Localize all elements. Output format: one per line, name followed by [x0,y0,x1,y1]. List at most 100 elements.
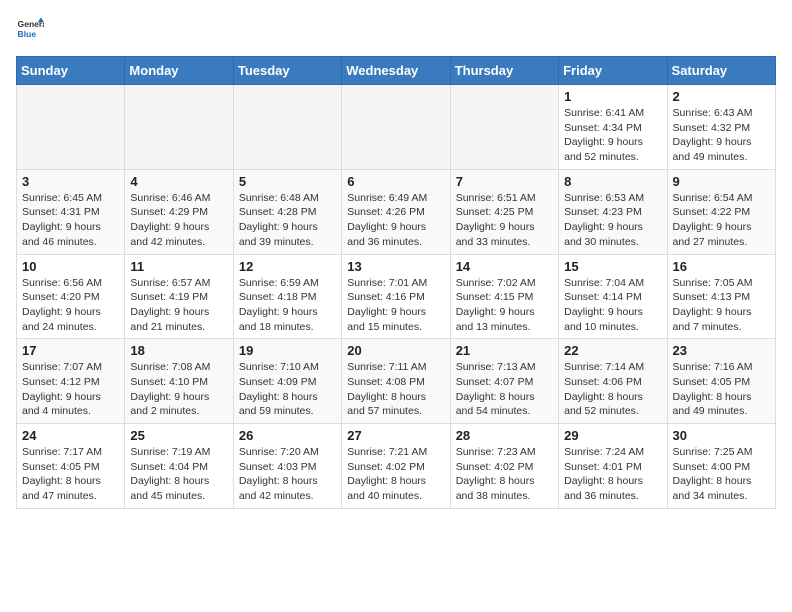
calendar-cell: 18 Sunrise: 7:08 AM Sunset: 4:10 PM Dayli… [125,339,233,424]
column-header-friday: Friday [559,57,667,85]
week-row-2: 3 Sunrise: 6:45 AM Sunset: 4:31 PM Daylig… [17,169,776,254]
calendar-cell: 2 Sunrise: 6:43 AM Sunset: 4:32 PM Daylig… [667,85,775,170]
calendar-cell: 14 Sunrise: 7:02 AM Sunset: 4:15 PM Dayli… [450,254,558,339]
day-number: 16 [673,259,770,274]
day-info: Sunrise: 6:46 AM Sunset: 4:29 PM Dayligh… [130,191,227,250]
calendar-cell: 30Sunrise: 7:25 AM Sunset: 4:00 PM Dayli… [667,424,775,509]
day-info: Sunrise: 7:24 AM Sunset: 4:01 PM Dayligh… [564,445,661,504]
calendar-cell: 15Sunrise: 7:04 AM Sunset: 4:14 PM Dayli… [559,254,667,339]
column-header-sunday: Sunday [17,57,125,85]
day-info: Sunrise: 6:43 AM Sunset: 4:32 PM Dayligh… [673,106,770,165]
calendar-cell: 27 Sunrise: 7:21 AM Sunset: 4:02 PM Dayli… [342,424,450,509]
calendar-cell: 7 Sunrise: 6:51 AM Sunset: 4:25 PM Daylig… [450,169,558,254]
day-info: Sunrise: 6:45 AM Sunset: 4:31 PM Dayligh… [22,191,119,250]
day-number: 19 [239,343,336,358]
day-number: 28 [456,428,553,443]
day-info: Sunrise: 6:54 AM Sunset: 4:22 PM Dayligh… [673,191,770,250]
day-number: 24 [22,428,119,443]
calendar-cell: 8 Sunrise: 6:53 AM Sunset: 4:23 PM Daylig… [559,169,667,254]
day-info: Sunrise: 6:59 AM Sunset: 4:18 PM Dayligh… [239,276,336,335]
column-header-wednesday: Wednesday [342,57,450,85]
calendar-cell: 17 Sunrise: 7:07 AM Sunset: 4:12 PM Dayli… [17,339,125,424]
calendar-cell: 19 Sunrise: 7:10 AM Sunset: 4:09 PM Dayli… [233,339,341,424]
calendar-cell [450,85,558,170]
day-number: 6 [347,174,444,189]
day-info: Sunrise: 7:05 AM Sunset: 4:13 PM Dayligh… [673,276,770,335]
day-number: 8 [564,174,661,189]
day-info: Sunrise: 7:17 AM Sunset: 4:05 PM Dayligh… [22,445,119,504]
week-row-1: 1Sunrise: 6:41 AM Sunset: 4:34 PM Daylig… [17,85,776,170]
calendar-cell: 26 Sunrise: 7:20 AM Sunset: 4:03 PM Dayli… [233,424,341,509]
calendar-cell: 29 Sunrise: 7:24 AM Sunset: 4:01 PM Dayli… [559,424,667,509]
day-info: Sunrise: 6:53 AM Sunset: 4:23 PM Dayligh… [564,191,661,250]
header-row: SundayMondayTuesdayWednesdayThursdayFrid… [17,57,776,85]
day-info: Sunrise: 7:11 AM Sunset: 4:08 PM Dayligh… [347,360,444,419]
day-number: 27 [347,428,444,443]
day-info: Sunrise: 7:20 AM Sunset: 4:03 PM Dayligh… [239,445,336,504]
day-info: Sunrise: 7:02 AM Sunset: 4:15 PM Dayligh… [456,276,553,335]
column-header-thursday: Thursday [450,57,558,85]
calendar-cell: 1Sunrise: 6:41 AM Sunset: 4:34 PM Daylig… [559,85,667,170]
day-number: 15 [564,259,661,274]
day-info: Sunrise: 7:21 AM Sunset: 4:02 PM Dayligh… [347,445,444,504]
calendar-cell: 24 Sunrise: 7:17 AM Sunset: 4:05 PM Dayli… [17,424,125,509]
day-number: 4 [130,174,227,189]
day-info: Sunrise: 7:16 AM Sunset: 4:05 PM Dayligh… [673,360,770,419]
calendar-cell: 28Sunrise: 7:23 AM Sunset: 4:02 PM Dayli… [450,424,558,509]
day-info: Sunrise: 7:14 AM Sunset: 4:06 PM Dayligh… [564,360,661,419]
calendar-cell: 20 Sunrise: 7:11 AM Sunset: 4:08 PM Dayli… [342,339,450,424]
calendar-cell [125,85,233,170]
calendar-cell [342,85,450,170]
day-number: 14 [456,259,553,274]
day-info: Sunrise: 6:57 AM Sunset: 4:19 PM Dayligh… [130,276,227,335]
calendar-cell: 16 Sunrise: 7:05 AM Sunset: 4:13 PM Dayli… [667,254,775,339]
logo: General Blue [16,16,44,44]
calendar-cell: 3 Sunrise: 6:45 AM Sunset: 4:31 PM Daylig… [17,169,125,254]
day-number: 13 [347,259,444,274]
calendar-cell: 12 Sunrise: 6:59 AM Sunset: 4:18 PM Dayli… [233,254,341,339]
day-number: 10 [22,259,119,274]
logo-icon: General Blue [16,16,44,44]
calendar-cell: 9Sunrise: 6:54 AM Sunset: 4:22 PM Daylig… [667,169,775,254]
week-row-3: 10 Sunrise: 6:56 AM Sunset: 4:20 PM Dayli… [17,254,776,339]
day-info: Sunrise: 6:51 AM Sunset: 4:25 PM Dayligh… [456,191,553,250]
calendar-cell: 10 Sunrise: 6:56 AM Sunset: 4:20 PM Dayli… [17,254,125,339]
calendar-cell [233,85,341,170]
calendar-cell: 22 Sunrise: 7:14 AM Sunset: 4:06 PM Dayli… [559,339,667,424]
day-number: 2 [673,89,770,104]
week-row-5: 24 Sunrise: 7:17 AM Sunset: 4:05 PM Dayli… [17,424,776,509]
day-number: 18 [130,343,227,358]
day-number: 25 [130,428,227,443]
day-number: 12 [239,259,336,274]
day-info: Sunrise: 6:41 AM Sunset: 4:34 PM Dayligh… [564,106,661,165]
calendar-cell: 23 Sunrise: 7:16 AM Sunset: 4:05 PM Dayli… [667,339,775,424]
day-number: 11 [130,259,227,274]
day-number: 20 [347,343,444,358]
calendar-cell: 5 Sunrise: 6:48 AM Sunset: 4:28 PM Daylig… [233,169,341,254]
calendar-cell [17,85,125,170]
day-number: 7 [456,174,553,189]
day-info: Sunrise: 7:10 AM Sunset: 4:09 PM Dayligh… [239,360,336,419]
day-number: 29 [564,428,661,443]
day-info: Sunrise: 6:49 AM Sunset: 4:26 PM Dayligh… [347,191,444,250]
day-number: 26 [239,428,336,443]
day-number: 5 [239,174,336,189]
column-header-tuesday: Tuesday [233,57,341,85]
day-number: 23 [673,343,770,358]
svg-text:Blue: Blue [18,29,37,39]
day-number: 17 [22,343,119,358]
column-header-saturday: Saturday [667,57,775,85]
header: General Blue [16,16,776,44]
calendar-cell: 25Sunrise: 7:19 AM Sunset: 4:04 PM Dayli… [125,424,233,509]
calendar-cell: 6 Sunrise: 6:49 AM Sunset: 4:26 PM Daylig… [342,169,450,254]
calendar-cell: 4 Sunrise: 6:46 AM Sunset: 4:29 PM Daylig… [125,169,233,254]
day-info: Sunrise: 7:01 AM Sunset: 4:16 PM Dayligh… [347,276,444,335]
day-info: Sunrise: 6:48 AM Sunset: 4:28 PM Dayligh… [239,191,336,250]
day-number: 3 [22,174,119,189]
day-info: Sunrise: 7:08 AM Sunset: 4:10 PM Dayligh… [130,360,227,419]
calendar-cell: 11 Sunrise: 6:57 AM Sunset: 4:19 PM Dayli… [125,254,233,339]
calendar-cell: 21Sunrise: 7:13 AM Sunset: 4:07 PM Dayli… [450,339,558,424]
day-info: Sunrise: 7:07 AM Sunset: 4:12 PM Dayligh… [22,360,119,419]
day-number: 22 [564,343,661,358]
day-info: Sunrise: 6:56 AM Sunset: 4:20 PM Dayligh… [22,276,119,335]
